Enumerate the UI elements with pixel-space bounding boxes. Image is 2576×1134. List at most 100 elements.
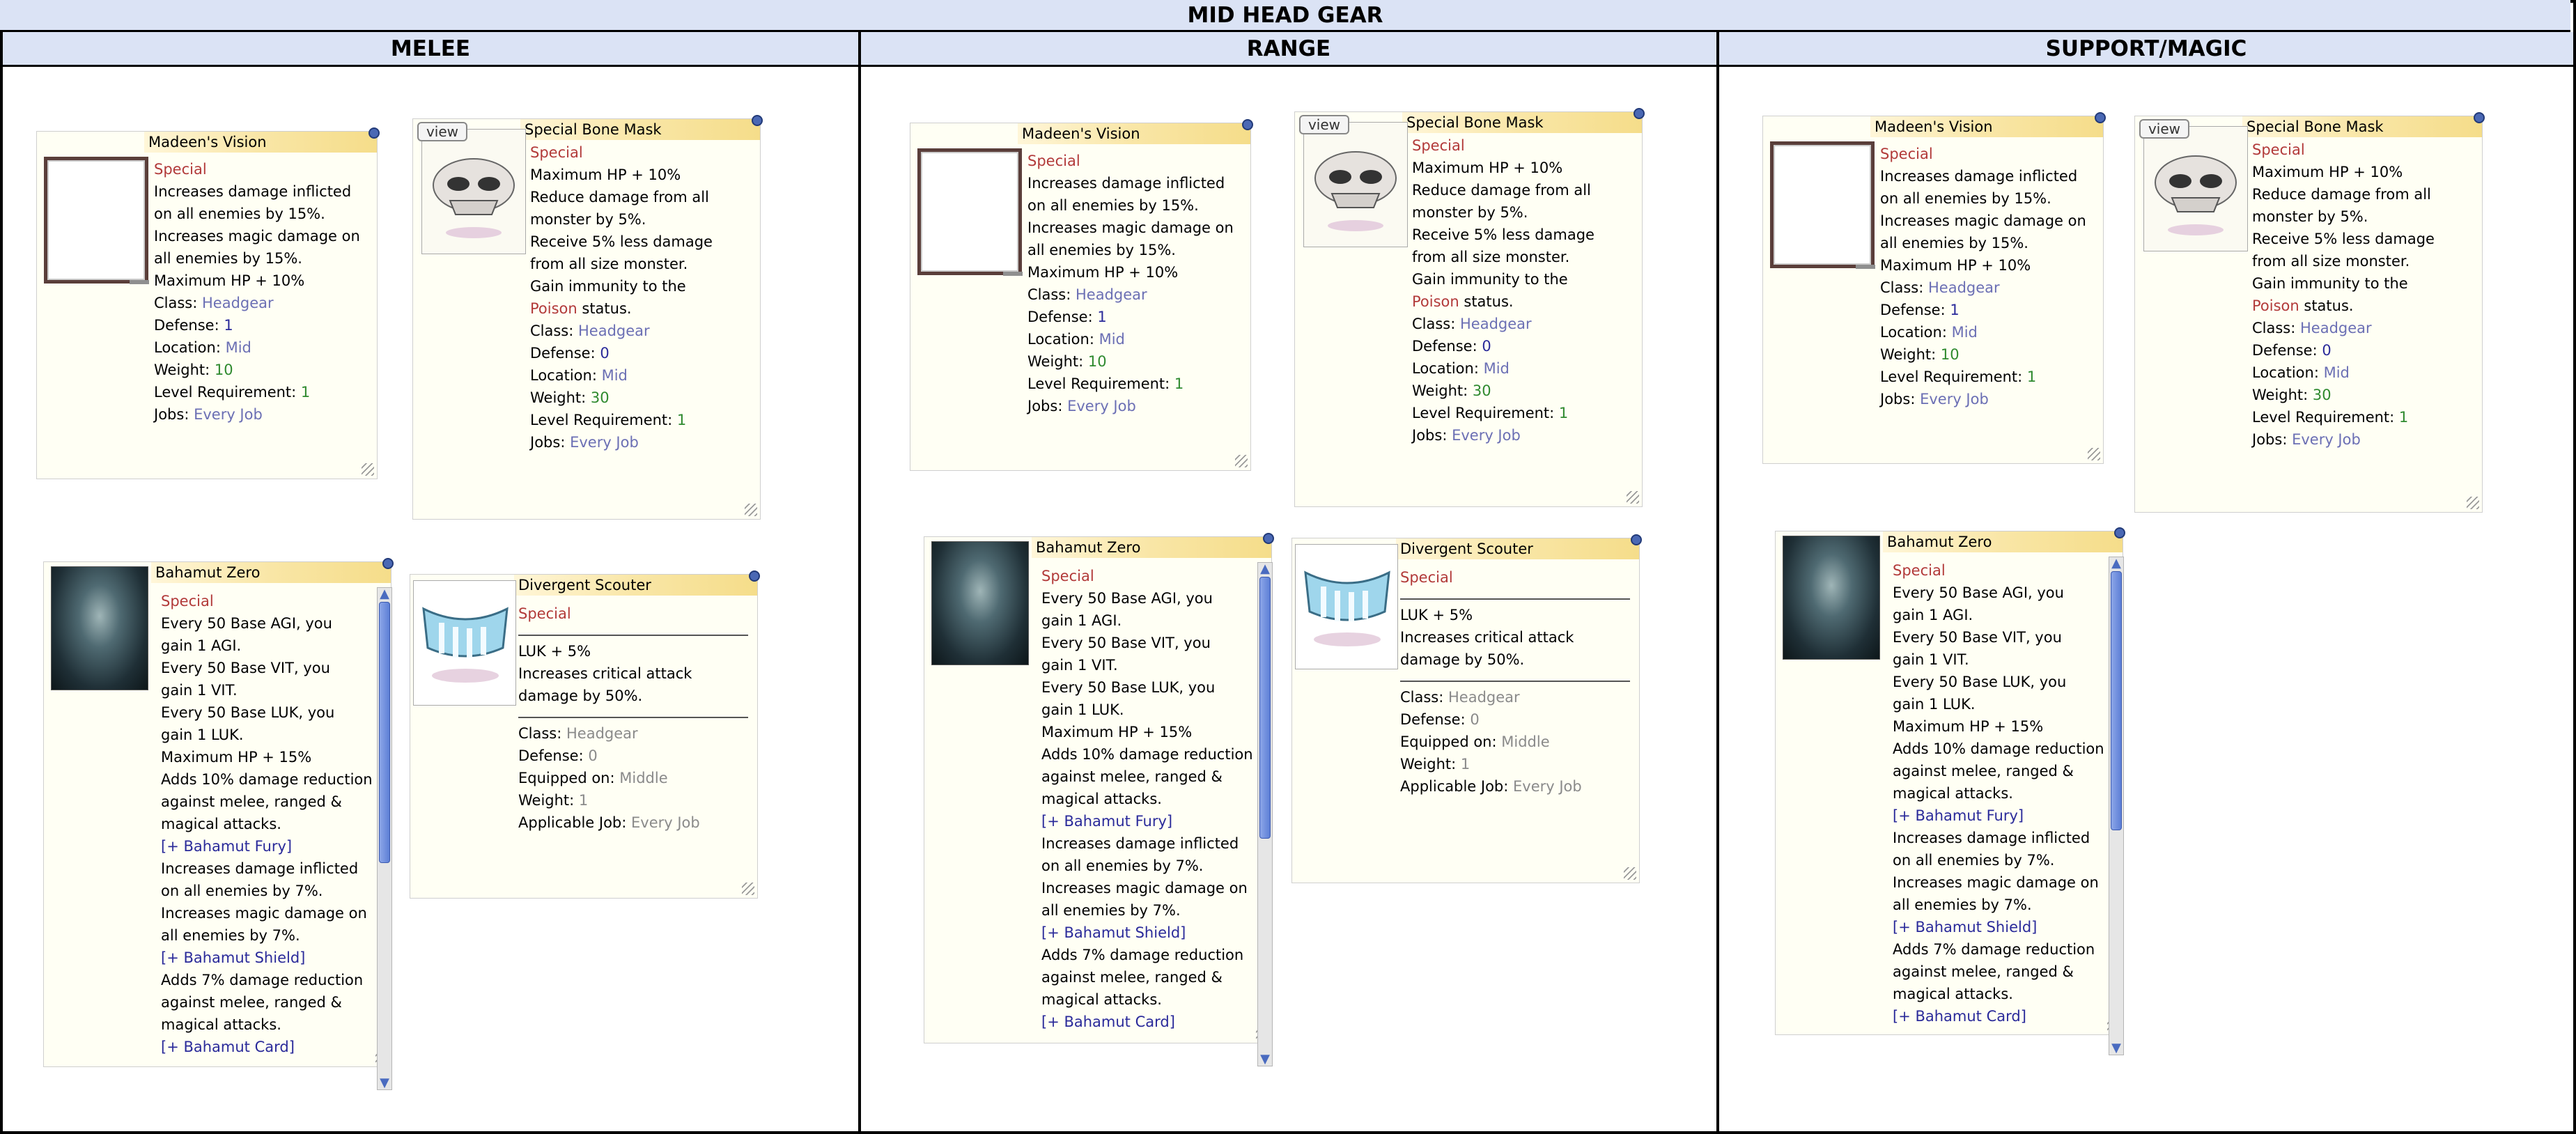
- item-line: Special: [1400, 569, 1453, 586]
- resize-grip-icon[interactable]: [742, 883, 754, 895]
- item-line: gain 1 VIT.: [1893, 651, 1969, 668]
- item-window-bahamut-zero[interactable]: Bahamut Zero Special Every 50 Base AGI, yo…: [1775, 527, 2125, 1055]
- item-line-value: Every Job: [1513, 778, 1582, 795]
- scroll-down-icon[interactable]: ▼: [1258, 1053, 1272, 1066]
- item-window-bahamut-zero[interactable]: Bahamut Zero Special Every 50 Base AGI, yo…: [43, 558, 394, 1090]
- item-line: Class: Headgear: [530, 320, 713, 342]
- bone-mask-image: [1303, 122, 1408, 247]
- close-icon[interactable]: [1263, 533, 1274, 544]
- item-line-value: 30: [1472, 382, 1491, 399]
- view-button[interactable]: view: [417, 122, 467, 141]
- scrollbar-thumb[interactable]: [2111, 571, 2122, 830]
- item-window-divergent-scouter[interactable]: Divergent Scouter Special LUK + 5% Increase…: [410, 570, 760, 899]
- close-icon[interactable]: [2114, 527, 2125, 538]
- item-line: Increases magic damage on: [1041, 880, 1248, 896]
- item-line: on all enemies by 15%.: [1880, 190, 2051, 207]
- item-window-divergent-scouter[interactable]: Divergent Scouter Special LUK + 5% Increase…: [1291, 534, 1642, 883]
- close-icon[interactable]: [1242, 119, 1253, 130]
- scrollbar[interactable]: ▲ ▼: [1257, 562, 1273, 1066]
- visor-icon: [422, 607, 509, 683]
- item-line: all enemies by 7%.: [1041, 902, 1181, 919]
- item-line-value: status.: [1459, 293, 1514, 310]
- item-line-value: Every Job: [1920, 391, 1989, 407]
- item-window-special-bone-mask[interactable]: Special Bone Mask view Special Maximum HP +…: [2134, 112, 2485, 513]
- item-line: Weight: 10: [1880, 343, 2086, 366]
- item-line: Gain immunity to the: [2252, 275, 2408, 292]
- item-line: Receive 5% less damage: [1412, 226, 1595, 243]
- item-line: all enemies by 15%.: [154, 250, 302, 267]
- scroll-up-icon[interactable]: ▲: [378, 588, 391, 600]
- item-line-label: Equipped on:: [518, 770, 620, 786]
- close-icon[interactable]: [752, 115, 763, 126]
- close-icon[interactable]: [2095, 112, 2106, 123]
- item-line-value: 0: [600, 345, 610, 362]
- item-line: all enemies by 15%.: [1027, 242, 1176, 258]
- view-button[interactable]: view: [2139, 119, 2189, 139]
- item-window-special-bone-mask[interactable]: Special Bone Mask view Special Maximum HP +…: [1294, 108, 1645, 507]
- item-line: Increases magic damage on: [1880, 212, 2086, 229]
- item-window-madeens-vision[interactable]: Madeen's Vision Special Increases damage i…: [36, 127, 380, 479]
- scrollbar[interactable]: ▲ ▼: [377, 587, 392, 1090]
- item-line: Location: Mid: [1880, 321, 2086, 343]
- resize-grip-icon[interactable]: [1235, 455, 1248, 467]
- scroll-up-icon[interactable]: ▲: [2109, 557, 2123, 570]
- item-line: Special: [1893, 562, 1946, 579]
- page-title: MID HEAD GEAR: [0, 0, 2570, 32]
- resize-grip-icon[interactable]: [1624, 867, 1636, 880]
- item-line-label: Weight:: [154, 362, 215, 378]
- item-line-label: Jobs:: [154, 406, 194, 423]
- column-divider: [858, 32, 861, 1131]
- item-line: Every 50 Base AGI, you: [1041, 590, 1213, 607]
- item-line: Jobs: Every Job: [1027, 395, 1234, 417]
- view-button[interactable]: view: [1299, 115, 1349, 134]
- close-icon[interactable]: [368, 127, 380, 139]
- item-line-value: 0: [2322, 342, 2331, 359]
- item-line-value: Headgear: [2300, 320, 2372, 336]
- item-window-special-bone-mask[interactable]: Special Bone Mask view Special Maximum HP +…: [412, 115, 763, 520]
- scroll-down-icon[interactable]: ▼: [378, 1077, 391, 1089]
- item-line: Increases damage inflicted: [161, 860, 359, 877]
- item-line: Adds 10% damage reduction: [161, 771, 373, 788]
- scroll-up-icon[interactable]: ▲: [1258, 563, 1272, 575]
- scroll-down-icon[interactable]: ▼: [2109, 1042, 2123, 1055]
- column-divider: [1716, 32, 1719, 1131]
- item-line: monster by 5%.: [530, 211, 646, 228]
- bahamut-zero-image: [1783, 536, 1880, 660]
- close-icon[interactable]: [382, 558, 394, 569]
- close-icon[interactable]: [2474, 112, 2485, 123]
- item-line: damage by 50%.: [518, 688, 643, 704]
- scrollbar-thumb[interactable]: [379, 602, 390, 863]
- resize-grip-icon[interactable]: [1627, 491, 1639, 504]
- close-icon[interactable]: [749, 570, 760, 582]
- item-line: Weight: 30: [530, 387, 713, 409]
- separator-line: [1400, 598, 1630, 600]
- item-window-madeens-vision[interactable]: Madeen's Vision Special Increases damage i…: [910, 119, 1253, 471]
- item-window-bahamut-zero[interactable]: Bahamut Zero Special Every 50 Base AGI, yo…: [924, 533, 1274, 1066]
- item-line: Jobs: Every Job: [154, 403, 360, 426]
- close-icon[interactable]: [1634, 108, 1645, 119]
- item-line: all enemies by 7%.: [1893, 896, 2032, 913]
- item-line-value: 10: [214, 362, 233, 378]
- close-icon[interactable]: [1631, 534, 1642, 545]
- resize-grip-icon[interactable]: [745, 504, 757, 516]
- item-line: Maximum HP + 10%: [1880, 257, 2031, 274]
- resize-grip-icon[interactable]: [2467, 497, 2479, 509]
- item-line: gain 1 VIT.: [161, 682, 238, 699]
- item-line: Increases damage inflicted: [1041, 835, 1239, 852]
- scrollbar[interactable]: ▲ ▼: [2109, 557, 2124, 1055]
- resize-grip-icon[interactable]: [362, 463, 374, 476]
- item-line: Receive 5% less damage: [2252, 231, 2435, 247]
- item-window-madeens-vision[interactable]: Madeen's Vision Special Increases damage i…: [1762, 112, 2106, 464]
- item-description: Special Maximum HP + 10% Reduce damage fro…: [1412, 134, 1595, 446]
- item-line-value: Every Job: [570, 434, 639, 451]
- item-line: Equipped on: Middle: [518, 767, 748, 789]
- scrollbar-thumb[interactable]: [1259, 577, 1271, 839]
- item-line: Location: Mid: [530, 364, 713, 387]
- resize-grip-icon[interactable]: [2088, 448, 2100, 460]
- item-line: [+ Bahamut Shield]: [1041, 924, 1186, 941]
- item-line: against melee, ranged &: [1893, 763, 2074, 779]
- item-line: on all enemies by 7%.: [1893, 852, 2055, 869]
- item-line: monster by 5%.: [1412, 204, 1528, 221]
- item-line: [+ Bahamut Shield]: [161, 949, 306, 966]
- item-line: Level Requirement: 1: [2252, 406, 2435, 428]
